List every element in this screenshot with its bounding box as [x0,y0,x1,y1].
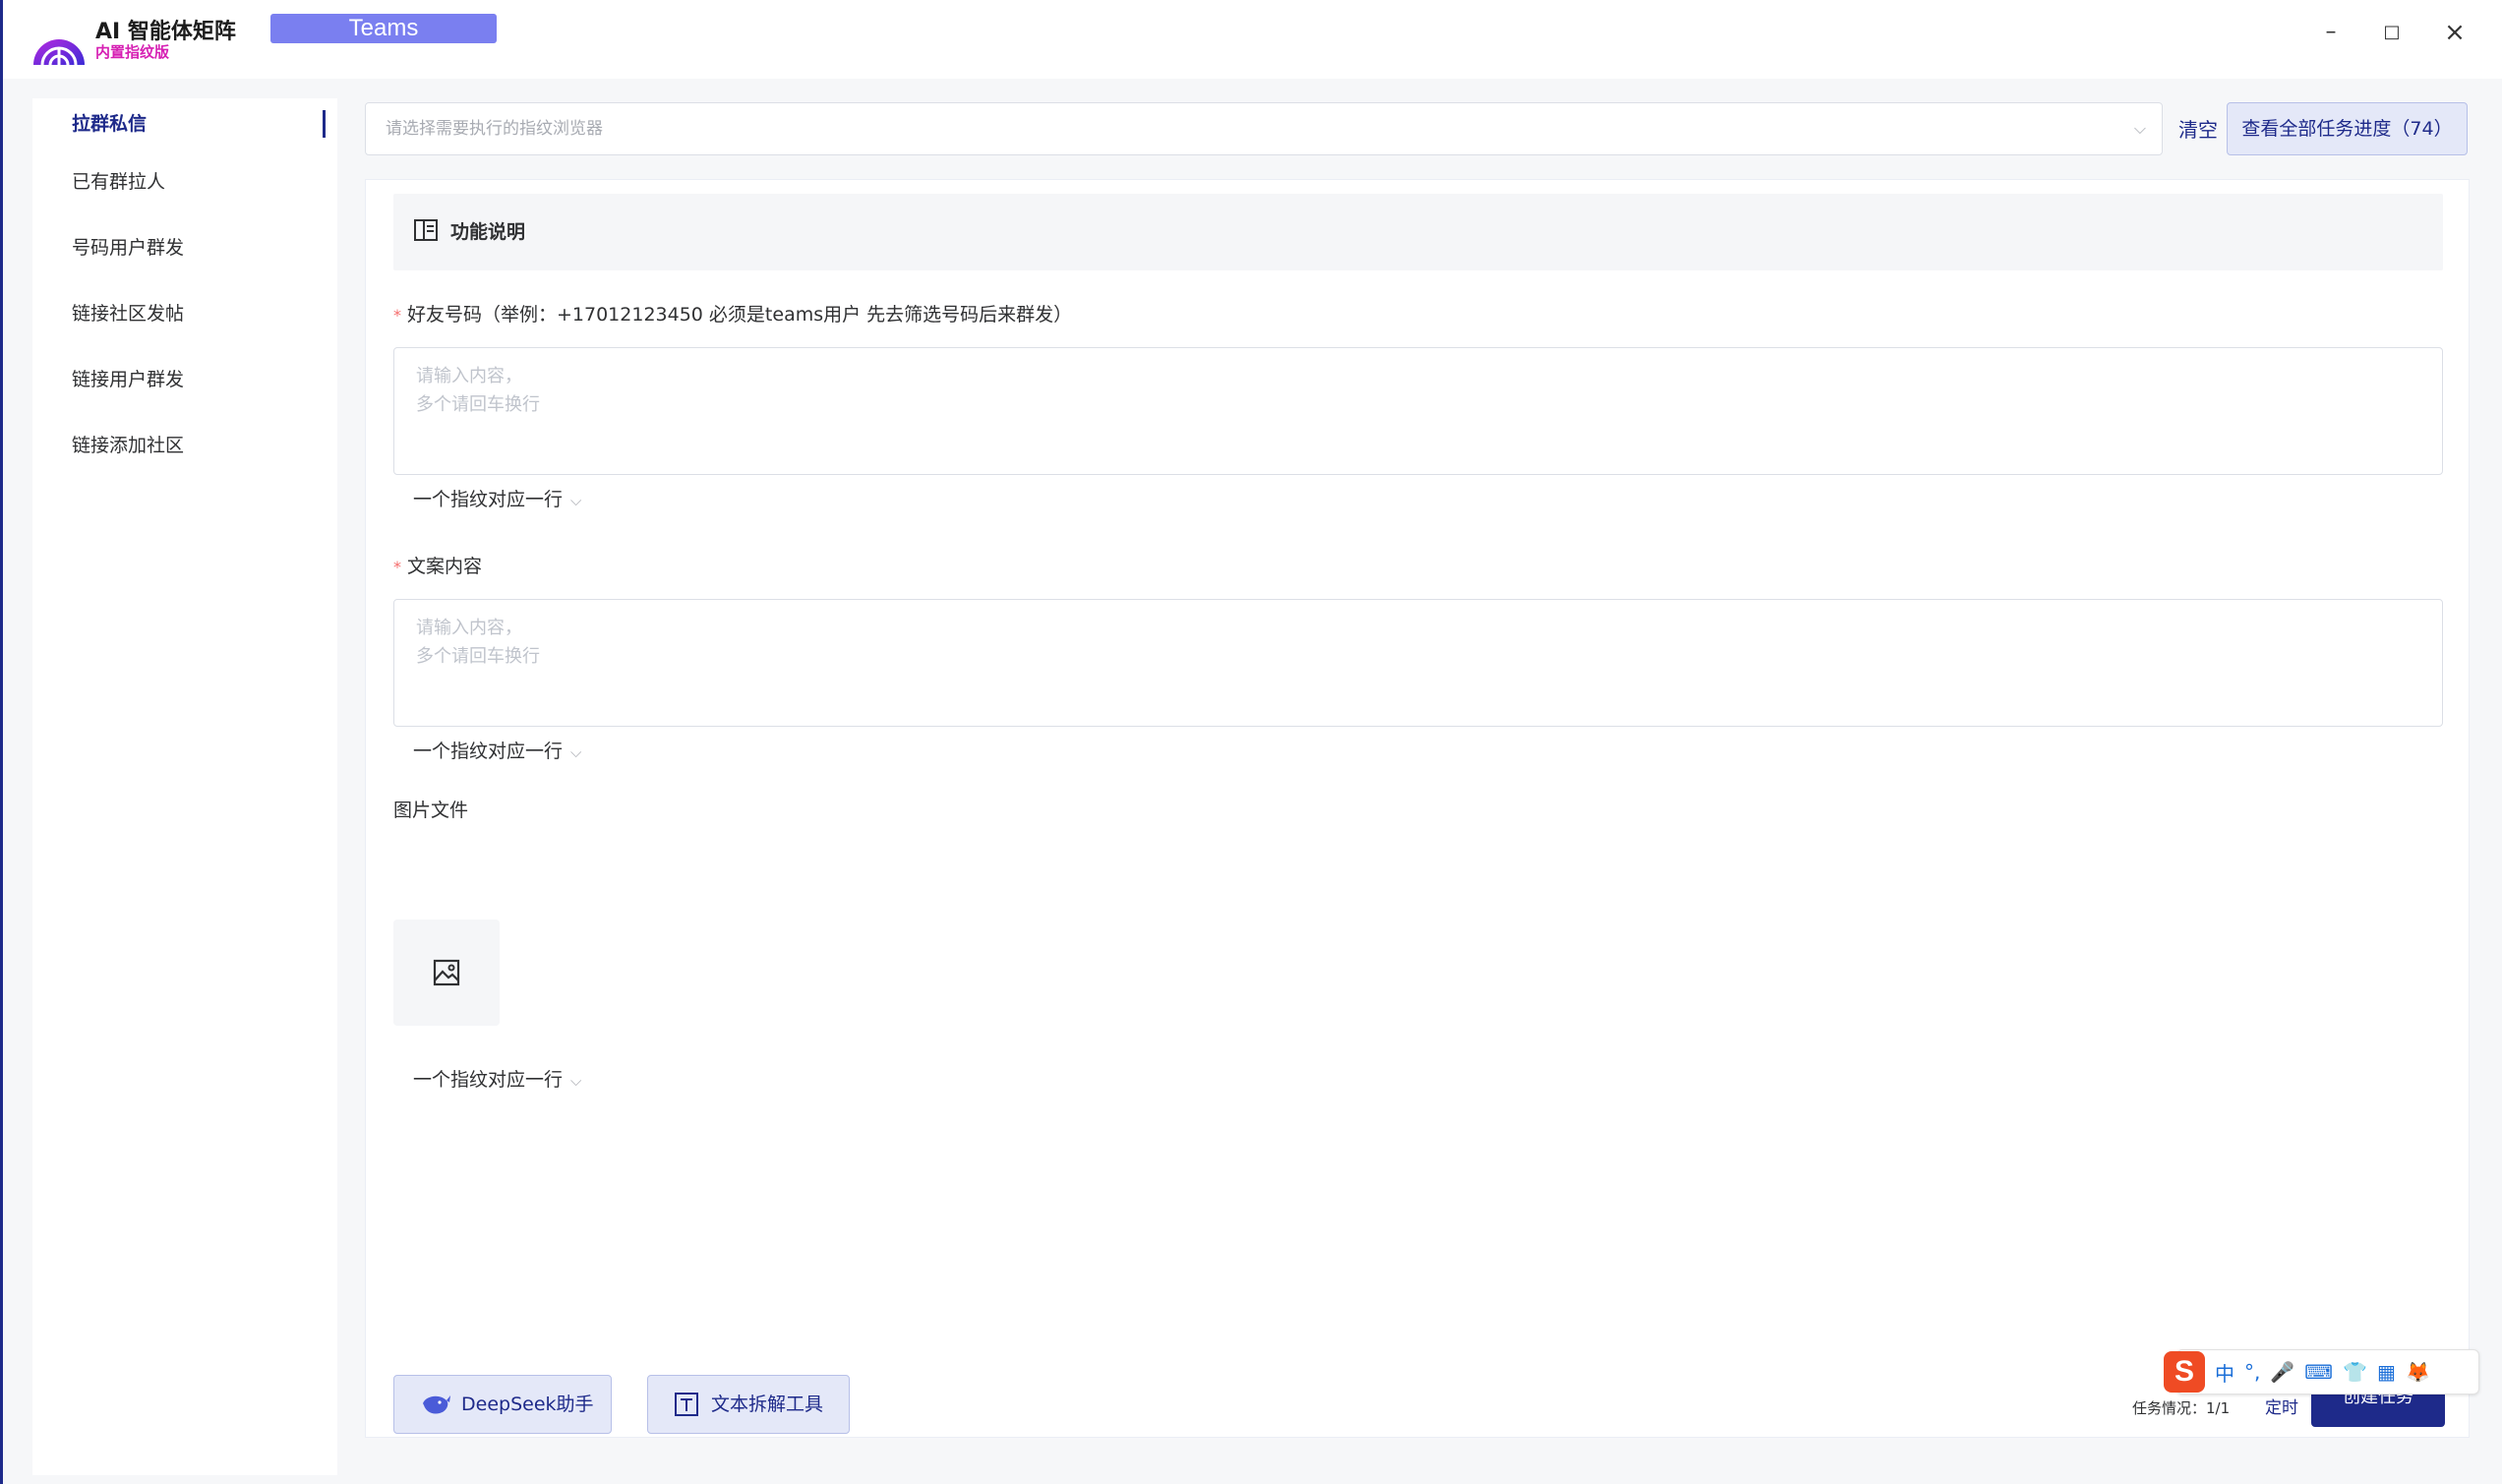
main-panel: 请选择需要执行的指纹浏览器 ⌵ 清空 查看全部任务进度（74） 功能说明 * 好友… [363,85,2492,1452]
microphone-icon[interactable]: 🎤 [2270,1360,2294,1384]
friend-number-label-text: 好友号码（举例：+17012123450 必须是teams用户 先去筛选号码后来… [407,304,1073,326]
form-card: 功能说明 * 好友号码（举例：+17012123450 必须是teams用户 先去… [365,179,2470,1438]
friend-number-label: * 好友号码（举例：+17012123450 必须是teams用户 先去筛选号码后… [393,300,1072,326]
app-logo-icon [33,39,85,65]
browser-select[interactable]: 请选择需要执行的指纹浏览器 ⌵ [365,102,2163,155]
title-bar: AI 智能体矩阵 内置指纹版 Teams – □ × [3,0,2502,79]
minimize-button[interactable]: – [2316,18,2346,47]
text-split-tool-label: 文本拆解工具 [711,1394,824,1415]
text-tool-icon [675,1393,698,1416]
close-button[interactable]: × [2440,18,2470,47]
maximize-button[interactable]: □ [2377,18,2407,47]
skin-icon[interactable]: 👕 [2343,1360,2367,1384]
clear-link[interactable]: 清空 [2178,114,2218,143]
required-marker: * [393,558,401,576]
image-upload-button[interactable] [393,920,500,1026]
keyboard-icon[interactable]: ⌨ [2304,1360,2333,1384]
ime-toolbar[interactable]: S 中 °, 🎤 ⌨ 👕 ▦ 🦊 [2164,1349,2479,1395]
ime-chinese-mode[interactable]: 中 [2215,1358,2234,1387]
sidebar-item-link-user-mass-send[interactable]: 链接用户群发 [32,347,337,413]
friend-number-input[interactable]: 请输入内容， 多个请回车换行 [393,347,2443,475]
sidebar-item-existing-group-add[interactable]: 已有群拉人 [32,149,337,215]
copy-content-label: * 文案内容 [393,552,482,578]
friend-number-hint-dropdown[interactable]: 一个指纹对应一行 ⌵ [413,485,581,511]
ime-punctuation-icon[interactable]: °, [2244,1360,2260,1384]
apps-grid-icon[interactable]: ▦ [2377,1360,2396,1384]
copy-content-input[interactable]: 请输入内容， 多个请回车换行 [393,599,2443,727]
schedule-link[interactable]: 定时 [2265,1394,2298,1418]
mascot-icon[interactable]: 🦊 [2406,1360,2430,1384]
friend-number-hint-text: 一个指纹对应一行 [413,489,564,510]
text-split-tool-button[interactable]: 文本拆解工具 [647,1375,850,1434]
app-subtitle: 内置指纹版 [95,43,170,61]
chevron-down-icon: ⌵ [570,492,582,509]
sidebar-item-group-private-message[interactable]: 拉群私信 [32,98,337,149]
sidebar-item-number-mass-send[interactable]: 号码用户群发 [32,215,337,281]
chevron-down-icon: ⌵ [570,743,582,761]
function-description[interactable]: 功能说明 [393,194,2443,270]
sidebar-item-link-add-community[interactable]: 链接添加社区 [32,413,337,479]
chevron-down-icon: ⌵ [2133,119,2146,138]
image-file-hint-text: 一个指纹对应一行 [413,1069,564,1091]
view-all-progress-button[interactable]: 查看全部任务进度（74） [2227,102,2468,155]
image-file-hint-dropdown[interactable]: 一个指纹对应一行 ⌵ [413,1065,581,1092]
image-file-label: 图片文件 [393,800,469,821]
task-status-text: 任务情况：1/1 [2132,1399,2231,1417]
sogou-logo-icon[interactable]: S [2164,1351,2205,1393]
browser-select-placeholder: 请选择需要执行的指纹浏览器 [386,119,603,139]
function-description-title: 功能说明 [450,221,526,243]
copy-content-label-text: 文案内容 [407,556,483,577]
book-icon [414,219,438,241]
deepseek-assistant-label: DeepSeek助手 [461,1394,594,1415]
chevron-down-icon: ⌵ [570,1072,582,1090]
deepseek-assistant-button[interactable]: DeepSeek助手 [393,1375,612,1434]
copy-content-hint-text: 一个指纹对应一行 [413,741,564,762]
sidebar: 拉群私信 已有群拉人 号码用户群发 链接社区发帖 链接用户群发 链接添加社区 [32,98,337,1475]
copy-content-hint-dropdown[interactable]: 一个指纹对应一行 ⌵ [413,737,581,763]
sidebar-item-link-community-post[interactable]: 链接社区发帖 [32,281,337,347]
whale-icon [423,1395,450,1414]
required-marker: * [393,306,401,325]
tab-teams[interactable]: Teams [270,14,497,43]
image-icon [433,959,460,986]
